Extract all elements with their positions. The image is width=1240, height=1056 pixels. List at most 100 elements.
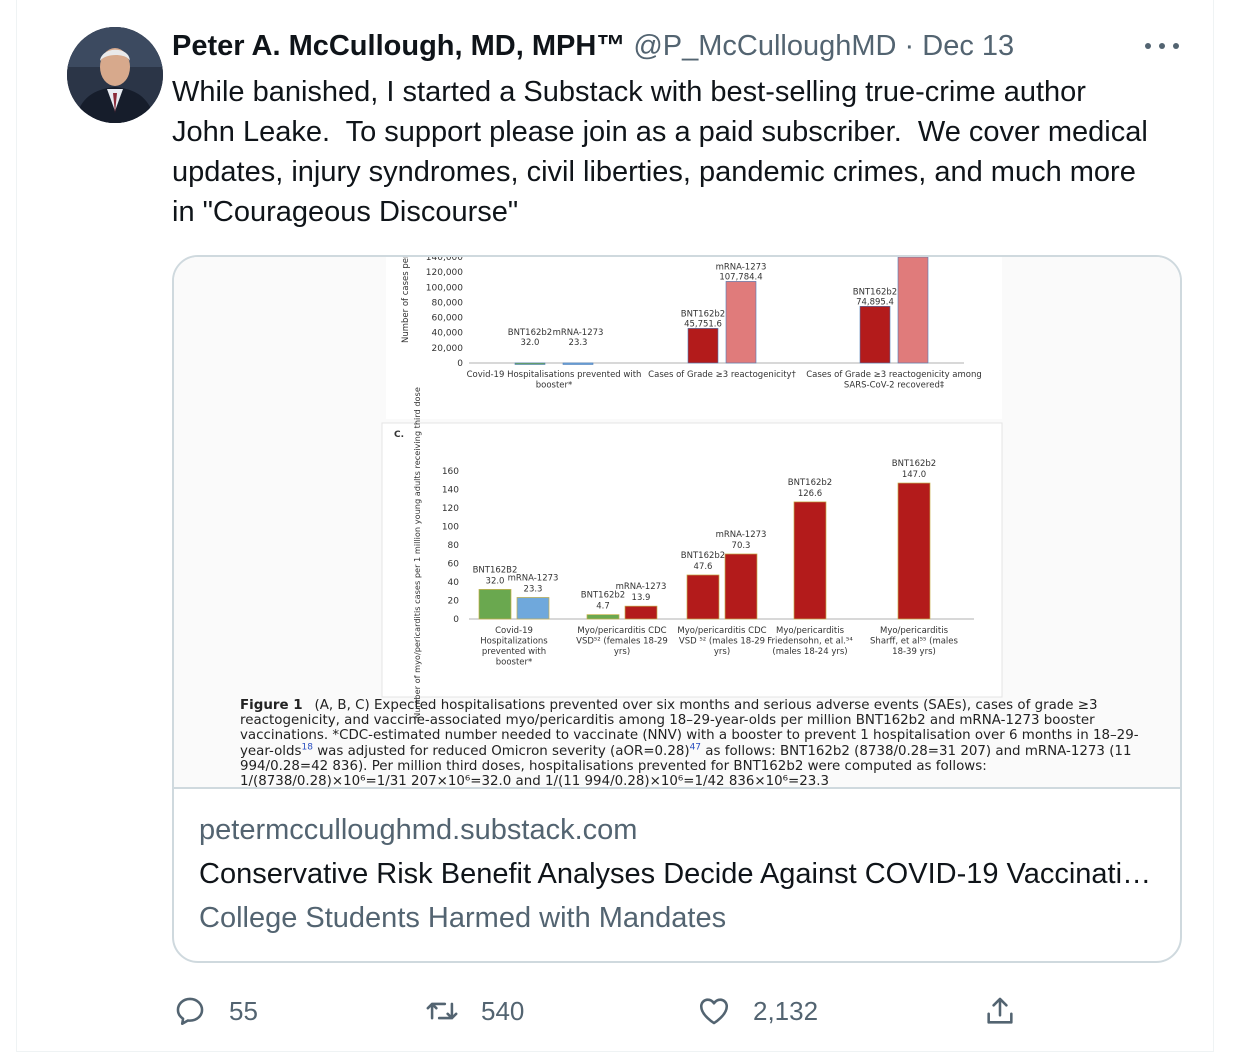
y-axis-label: Number of cases per 1... young adults re… [401, 257, 411, 343]
like-count: 2,132 [753, 995, 819, 1026]
bar [724, 553, 758, 620]
avatar[interactable] [67, 27, 163, 123]
caption-text-2: was adjusted for reduced Omicron severit… [312, 743, 690, 759]
author-name[interactable]: Peter A. McCullough, MD, MPH™ [172, 30, 625, 62]
bar-value-label: 147.0 [902, 470, 926, 480]
bar-value-label: 23.3 [569, 338, 588, 348]
like-icon [699, 998, 729, 1025]
x-category-label: Friedensohn, et al.⁵⁴ [767, 637, 853, 647]
bar-value-label: 45,751.6 [684, 319, 722, 329]
x-category-label: Sharff, et al⁵⁵ (males [870, 637, 958, 647]
x-category-label: Covid-19 [495, 626, 533, 636]
retweet-button[interactable]: 540 [425, 993, 524, 1029]
card-description: College Students Harmed with Mandates [199, 902, 727, 934]
tweet-actions: 55 540 2,132 [17, 985, 1215, 1035]
bar [516, 597, 550, 620]
figure-caption: Figure 1 (A, B, C) Expected hospitalisati… [240, 698, 1140, 787]
more-options-icon[interactable] [1145, 38, 1181, 54]
tweet[interactable]: Peter A. McCullough, MD, MPH™ @P_McCullo… [16, 0, 1214, 1052]
bar [859, 305, 891, 364]
bar [897, 257, 929, 364]
y-tick-label: 160 [442, 467, 459, 477]
x-category-label: yrs) [714, 647, 730, 657]
x-category-label: booster* [536, 381, 573, 391]
y-tick-label: 140,000 [426, 257, 463, 263]
panel-c-label: C. [394, 430, 404, 440]
share-button[interactable] [983, 993, 1039, 1029]
bar [725, 281, 757, 364]
bar [514, 362, 546, 365]
bar [686, 574, 720, 620]
y-tick-label: 40,000 [432, 329, 464, 339]
x-category-label: booster* [496, 658, 533, 668]
bar [624, 605, 658, 620]
bar-value-label: 47.6 [694, 562, 713, 572]
x-category-label: Myo/pericarditis [880, 626, 949, 636]
x-category-label: VSD⁵² (females 18-29 [576, 637, 668, 647]
caption-figure-label: Figure 1 [240, 698, 303, 713]
bar-value-label: 70.3 [732, 541, 751, 551]
x-category-label: Hospitalizations [480, 637, 548, 647]
y-tick-label: 140 [442, 486, 459, 496]
x-category-label: yrs) [614, 647, 630, 657]
reply-icon [176, 997, 204, 1026]
bar-value-label: 4.7 [596, 602, 610, 612]
y-axis-label: Number of myo/pericarditis cases per 1 m… [412, 387, 422, 719]
y-tick-label: 80,000 [432, 298, 464, 308]
bar [478, 589, 512, 620]
bar-series-label: mRNA-1273 [716, 262, 767, 272]
reply-button[interactable]: 55 [173, 993, 258, 1029]
x-category-label: SARS-CoV-2 recovered‡ [844, 381, 945, 391]
author-handle[interactable]: @P_McCulloughMD [633, 30, 896, 62]
bar-value-label: 32.0 [486, 576, 505, 586]
y-tick-label: 40 [448, 578, 460, 588]
bar-series-label: BNT162b2 [892, 459, 936, 469]
reply-count: 55 [229, 995, 258, 1026]
bar-series-label: BNT162b2 [681, 309, 725, 319]
bar-value-label: 126.6 [798, 489, 822, 499]
bar-series-label: mRNA-1273 [553, 328, 604, 338]
y-tick-label: 120,000 [426, 268, 463, 278]
like-button[interactable]: 2,132 [697, 993, 818, 1029]
y-tick-label: 120 [442, 504, 459, 514]
y-tick-label: 100 [442, 523, 459, 533]
caption-ref-18: 18 [301, 742, 313, 753]
bar-value-label: 23.3 [524, 584, 543, 594]
bar-series-label: BNT162b2 [508, 328, 552, 338]
card-image[interactable]: C. 0 20,000 40,000 60,000 80,000 100,000 120,0… [174, 257, 1180, 789]
retweet-icon [426, 1002, 458, 1020]
caption-ref-47: 47 [689, 742, 702, 753]
link-card[interactable]: C. 0 20,000 40,000 60,000 80,000 100,000 120,0… [172, 255, 1182, 963]
x-category-label: Cases of Grade ≥3 reactogenicity among [806, 370, 982, 380]
card-domain: petermcculloughmd.substack.com [199, 814, 638, 846]
x-category-label: Covid-19 Hospitalisations prevented with [467, 370, 642, 380]
bar-series-label: mRNA-1273 [508, 573, 559, 583]
bar-series-label: mRNA-1273 [616, 582, 667, 592]
x-category-label: prevented with [482, 647, 546, 657]
x-category-label: Myo/pericarditis CDC [577, 626, 666, 636]
y-tick-label: 0 [453, 615, 459, 625]
tweet-text: While banished, I started a Substack wit… [172, 76, 1148, 228]
x-category-label: 18-39 yrs) [892, 647, 936, 657]
bar-value-label: 107,784.4 [719, 272, 762, 282]
x-category-label: Myo/pericarditis CDC [677, 626, 766, 636]
bar-series-label: BNT162b2 [681, 551, 725, 561]
x-category-label: Cases of Grade ≥3 reactogenicity† [648, 370, 796, 380]
bar [687, 328, 719, 364]
bar [562, 362, 594, 365]
y-tick-label: 0 [457, 359, 463, 369]
bar-value-label: 32.0 [521, 338, 540, 348]
bar-series-label: BNT162b2 [788, 478, 832, 488]
share-icon [987, 997, 1013, 1024]
bar [897, 482, 931, 620]
separator-dot: · [904, 30, 915, 62]
x-category-label: VSD ⁵² (males 18-29 [679, 637, 765, 647]
tweet-date[interactable]: Dec 13 [922, 30, 1014, 62]
bar-value-label: 74,895.4 [856, 297, 894, 307]
y-tick-label: 20,000 [432, 344, 464, 354]
bar-series-label: BNT162b2 [853, 287, 897, 297]
bar [793, 501, 827, 620]
x-category-label: Myo/pericarditis [776, 626, 845, 636]
bar-value-label: 13.9 [632, 593, 651, 603]
y-tick-label: 60 [448, 560, 460, 570]
